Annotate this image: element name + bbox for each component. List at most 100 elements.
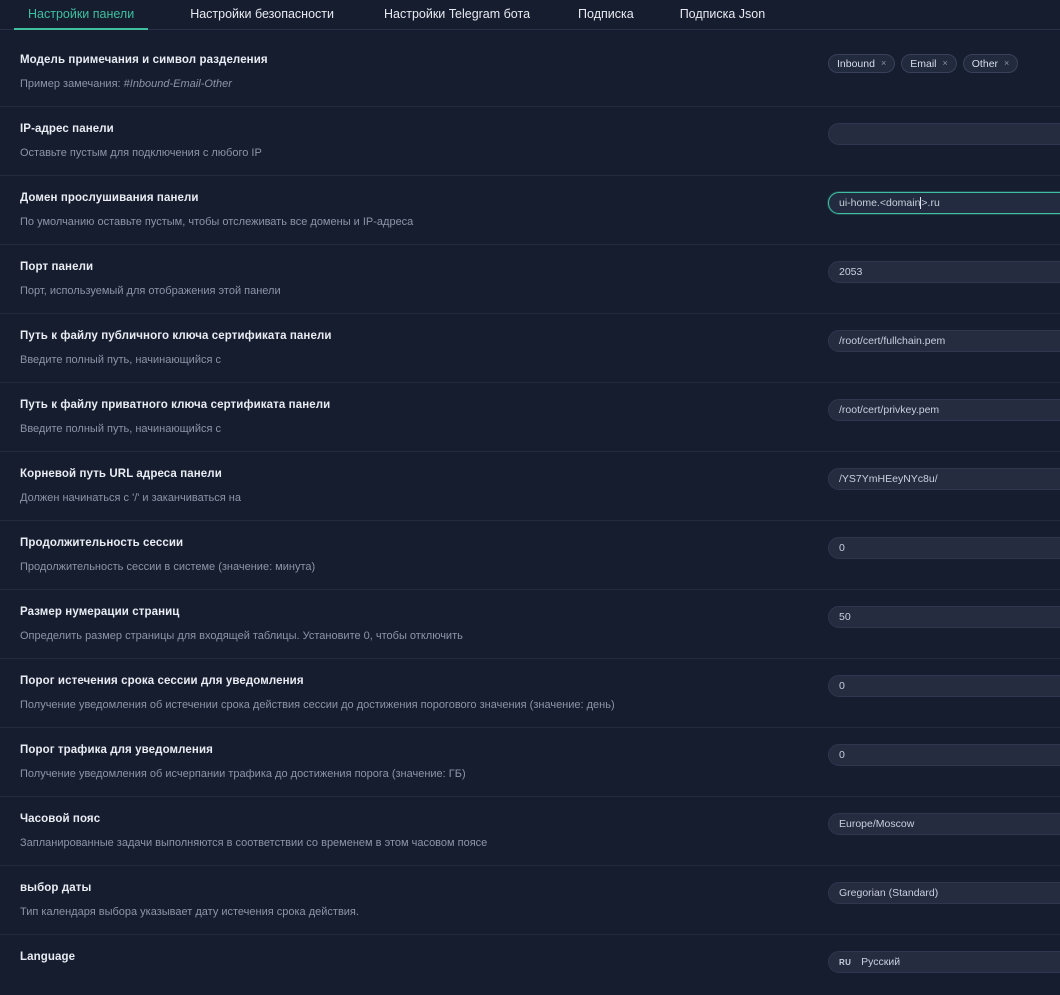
panel-ip-input[interactable] [828,123,1060,145]
private-key-path-input[interactable]: /root/cert/privkey.pem [828,399,1060,421]
close-icon[interactable]: × [1004,59,1009,68]
tag-label: Inbound [837,57,875,70]
setting-description: Пример замечания: #Inbound-Email-Other [20,77,828,92]
remark-tags-input[interactable]: Inbound × Email × Other × [828,54,1060,73]
session-duration-input[interactable]: 0 [828,537,1060,559]
input-value-after-caret: >.ru [921,197,940,209]
setting-labels: IP-адрес панели Оставьте пустым для подк… [0,121,828,161]
setting-labels: Размер нумерации страниц Определить разм… [0,604,828,644]
tab-subscription[interactable]: Подписка [564,0,648,30]
settings-list: Модель примечания и символ разделения Пр… [0,30,1060,995]
setting-control: Gregorian (Standard) [828,880,1060,904]
setting-label: Продолжительность сессии [20,537,184,549]
setting-labels: Порог истечения срока сессии для уведомл… [0,673,828,713]
panel-port-input[interactable]: 2053 [828,261,1060,283]
setting-description: Введите полный путь, начинающийся с [20,423,221,435]
setting-description: Оставьте пустым для подключения с любого… [20,147,262,159]
setting-description: По умолчанию оставьте пустым, чтобы отсл… [20,216,414,228]
setting-control: /root/cert/fullchain.pem [828,328,1060,352]
setting-row-session-duration: Продолжительность сессии Продолжительнос… [0,521,1060,590]
setting-labels: Часовой пояс Запланированные задачи выпо… [0,811,828,851]
tab-panel-settings[interactable]: Настройки панели [14,0,149,30]
tab-bar: Настройки панели Настройки безопасности … [0,0,1060,30]
setting-row-date-picker: выбор даты Тип календаря выбора указывае… [0,866,1060,935]
input-value-before-caret: ui-home.<domain [839,197,921,209]
language-select[interactable]: ru Русский [828,951,1060,973]
ru-flag-icon: ru [839,957,852,967]
setting-labels: Language [0,949,828,965]
setting-label: IP-адрес панели [20,123,114,135]
setting-description: Определить размер страницы для входящей … [20,630,463,642]
date-picker-select[interactable]: Gregorian (Standard) [828,882,1060,904]
setting-label: Language [20,951,76,963]
setting-label: Путь к файлу приватного ключа сертификат… [20,399,331,411]
setting-label: Путь к файлу публичного ключа сертификат… [20,330,332,342]
setting-description: Порт, используемый для отображения этой … [20,285,281,297]
setting-label: выбор даты [20,882,92,894]
setting-labels: Путь к файлу приватного ключа сертификат… [0,397,828,437]
close-icon[interactable]: × [881,59,886,68]
expire-threshold-input[interactable]: 0 [828,675,1060,697]
setting-row-url-root-path: Корневой путь URL адреса панели Должен н… [0,452,1060,521]
setting-control: /root/cert/privkey.pem [828,397,1060,421]
setting-control: 0 [828,535,1060,559]
setting-description: Получение уведомления об истечении срока… [20,699,615,711]
tag-chip[interactable]: Inbound × [828,54,896,73]
setting-labels: Порог трафика для уведомления Получение … [0,742,828,782]
setting-label: Часовой пояс [20,813,101,825]
setting-row-private-key-path: Путь к файлу приватного ключа сертификат… [0,383,1060,452]
setting-label: Модель примечания и символ разделения [20,54,268,66]
traffic-threshold-input[interactable]: 0 [828,744,1060,766]
setting-labels: Порт панели Порт, используемый для отобр… [0,259,828,299]
setting-control [828,121,1060,145]
timezone-select[interactable]: Europe/Moscow [828,813,1060,835]
setting-row-language: Language ru Русский [0,935,1060,995]
page-size-input[interactable]: 50 [828,606,1060,628]
setting-row-timezone: Часовой пояс Запланированные задачи выпо… [0,797,1060,866]
setting-control: 0 [828,673,1060,697]
setting-control: Inbound × Email × Other × [828,52,1060,73]
setting-label: Размер нумерации страниц [20,606,180,618]
tab-telegram-bot-settings[interactable]: Настройки Telegram бота [370,0,544,30]
setting-control: /YS7YmHEeyNYc8u/ [828,466,1060,490]
setting-label: Порог трафика для уведомления [20,744,213,756]
tab-label: Настройки Telegram бота [384,7,531,21]
setting-description-example: #Inbound-Email-Other [123,78,232,90]
tab-label: Настройки панели [28,7,135,21]
setting-row-page-size: Размер нумерации страниц Определить разм… [0,590,1060,659]
setting-description: Введите полный путь, начинающийся с [20,354,221,366]
language-value: Русский [861,956,901,968]
tab-security-settings[interactable]: Настройки безопасности [176,0,348,30]
tag-chip[interactable]: Other × [962,54,1019,73]
setting-description: Запланированные задачи выполняются в соо… [20,837,488,849]
tab-label: Настройки безопасности [190,7,334,21]
setting-label: Порт панели [20,261,94,273]
setting-labels: Продолжительность сессии Продолжительнос… [0,535,828,575]
listening-domain-input[interactable]: ui-home.<domain >.ru [828,192,1060,214]
setting-description: Получение уведомления об исчерпании траф… [20,768,466,780]
setting-labels: выбор даты Тип календаря выбора указывае… [0,880,828,920]
setting-control: Europe/Moscow [828,811,1060,835]
setting-description-prefix: Пример замечания: [20,78,124,90]
setting-row-panel-ip: IP-адрес панели Оставьте пустым для подк… [0,107,1060,176]
setting-row-traffic-threshold: Порог трафика для уведомления Получение … [0,728,1060,797]
setting-control: 2053 [828,259,1060,283]
setting-label: Корневой путь URL адреса панели [20,468,222,480]
setting-control: 0 [828,742,1060,766]
setting-row-remark-model: Модель примечания и символ разделения Пр… [0,38,1060,107]
tag-label: Other [971,57,999,70]
url-root-path-input[interactable]: /YS7YmHEeyNYc8u/ [828,468,1060,490]
close-icon[interactable]: × [943,59,948,68]
setting-labels: Путь к файлу публичного ключа сертификат… [0,328,828,368]
setting-labels: Корневой путь URL адреса панели Должен н… [0,466,828,506]
tab-label: Подписка [578,7,634,21]
setting-description: Продолжительность сессии в системе (знач… [20,561,316,573]
public-key-path-input[interactable]: /root/cert/fullchain.pem [828,330,1060,352]
setting-control: ui-home.<domain >.ru [828,190,1060,214]
setting-row-panel-port: Порт панели Порт, используемый для отобр… [0,245,1060,314]
setting-row-listening-domain: Домен прослушивания панели По умолчанию … [0,176,1060,245]
setting-label: Домен прослушивания панели [20,192,199,204]
tab-subscription-json[interactable]: Подписка Json [666,0,780,30]
tag-chip[interactable]: Email × [901,54,957,73]
tag-label: Email [910,57,937,70]
